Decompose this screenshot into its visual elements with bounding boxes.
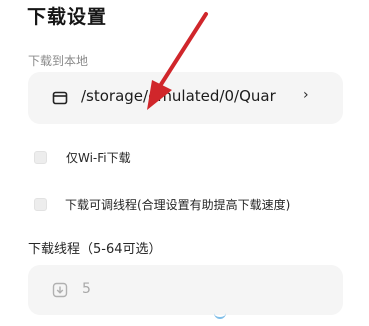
download-threads-input[interactable]: 5 [28, 265, 343, 315]
download-icon [52, 282, 68, 298]
download-path-selector[interactable]: /storage/emulated/0/Quar › [28, 72, 343, 124]
wifi-only-checkbox[interactable] [34, 151, 47, 164]
local-download-label: 下载到本地 [28, 54, 89, 68]
adjustable-threads-checkbox[interactable] [34, 198, 47, 211]
chevron-right-icon: › [303, 87, 309, 103]
download-settings-page: 下载设置 下载到本地 /storage/emulated/0/Quar › 仅W… [0, 0, 369, 326]
folder-icon [52, 91, 68, 105]
stray-mark [214, 311, 226, 319]
adjustable-threads-label: 下载可调线程(合理设置有助提高下载速度) [65, 198, 291, 212]
download-threads-value: 5 [82, 281, 91, 297]
wifi-only-label: 仅Wi-Fi下载 [66, 151, 131, 165]
download-threads-label: 下载线程（5-64可选） [28, 242, 162, 257]
download-path-text: /storage/emulated/0/Quar [81, 87, 276, 105]
page-title: 下载设置 [27, 6, 108, 28]
wifi-only-option[interactable]: 仅Wi-Fi下载 [34, 149, 131, 166]
adjustable-threads-option[interactable]: 下载可调线程(合理设置有助提高下载速度) [34, 196, 290, 213]
